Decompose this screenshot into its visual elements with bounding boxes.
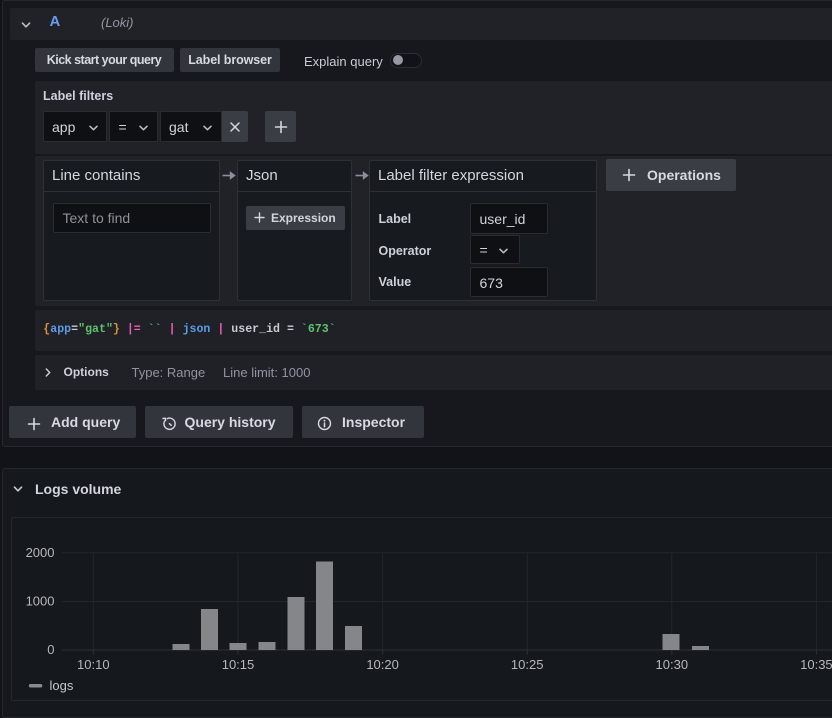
svg-text:2000: 2000 (26, 545, 55, 560)
svg-text:10:25: 10:25 (511, 657, 544, 672)
svg-text:10:20: 10:20 (366, 657, 399, 672)
svg-text:10:35: 10:35 (800, 657, 832, 672)
svg-text:10:15: 10:15 (222, 657, 255, 672)
svg-text:logs: logs (50, 678, 74, 693)
svg-text:1000: 1000 (26, 594, 55, 609)
svg-text:10:10: 10:10 (77, 657, 110, 672)
svg-text:10:30: 10:30 (656, 657, 689, 672)
svg-text:0: 0 (47, 642, 54, 657)
